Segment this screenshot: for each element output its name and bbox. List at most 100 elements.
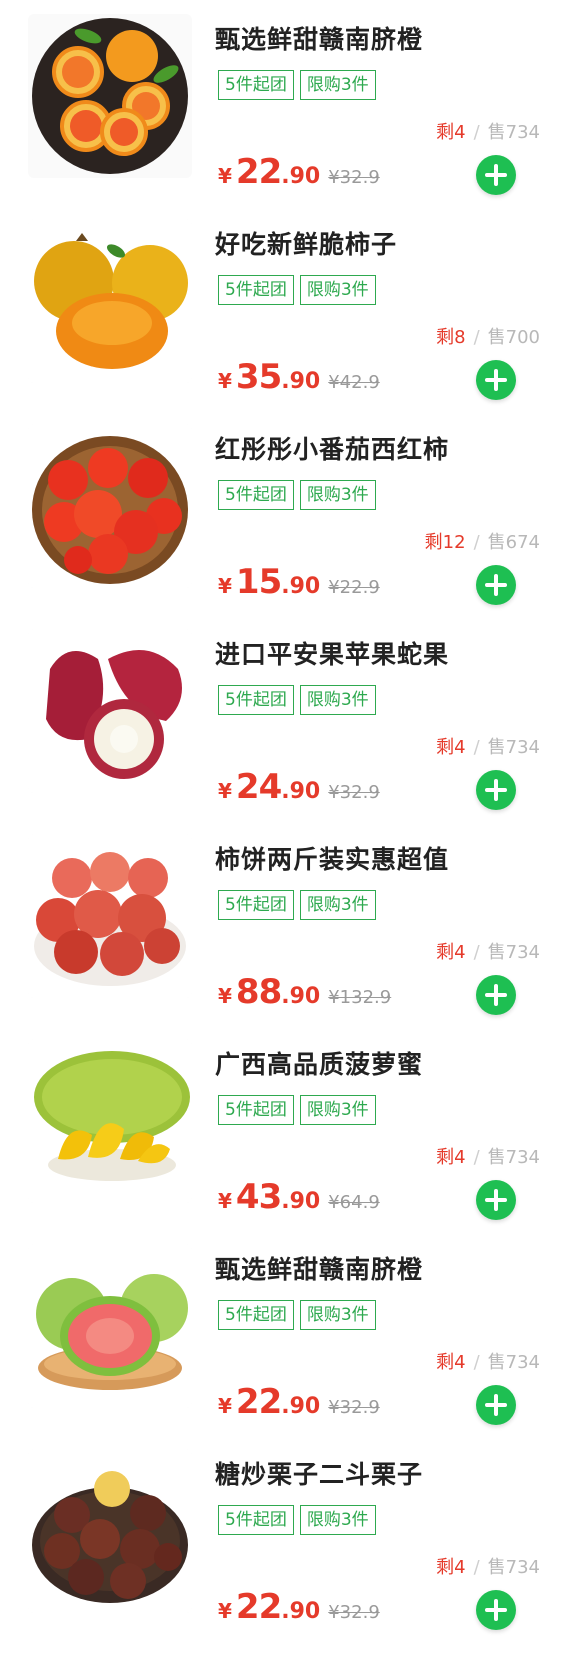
min-group-tag: 5件起团 — [218, 685, 294, 715]
price-integer: 43 — [235, 1177, 282, 1217]
product-list: 甄选鲜甜赣南脐橙 5件起团 限购3件 剩4/售734 ¥22.90 ¥32.9 好 — [0, 0, 570, 1640]
stock-left: 剩12 — [424, 532, 466, 553]
stock-left: 剩4 — [436, 1147, 466, 1168]
sold-count: 售734 — [487, 942, 540, 963]
purchase-limit-tag: 限购3件 — [299, 70, 376, 100]
stock-divider: / — [473, 1352, 480, 1373]
price-decimal: .90 — [281, 369, 321, 394]
product-card[interactable]: 柿饼两斤装实惠超值 5件起团 限购3件 剩4 / 售734 ¥88.90 ¥132.9 — [0, 820, 570, 1025]
add-to-cart-button[interactable] — [476, 565, 516, 605]
price-integer: 15 — [235, 562, 282, 602]
min-group-tag: 5件起团 — [218, 275, 294, 305]
jackfruit-image[interactable] — [28, 1039, 192, 1203]
dried-persimmon-image[interactable] — [28, 834, 192, 998]
stock-divider: / — [473, 942, 480, 963]
purchase-limit-tag: 限购3件 — [299, 890, 376, 920]
stock-left: 剩8 — [436, 327, 466, 348]
stock-info: 剩4 / 售734 — [436, 1553, 540, 1579]
stock-info: 剩12 / 售674 — [425, 528, 540, 554]
price: ¥22.90 ¥32.9 — [218, 1587, 380, 1627]
original-price: ¥32.9 — [328, 167, 380, 188]
add-to-cart-button[interactable] — [476, 1385, 516, 1425]
sold-count: 售734 — [487, 1557, 540, 1578]
price: ¥43.90 ¥64.9 — [218, 1177, 380, 1217]
stock-info: 剩4 / 售734 — [436, 733, 540, 759]
stock-info: 剩4 / 售734 — [436, 1143, 540, 1169]
add-to-cart-button[interactable] — [476, 770, 516, 810]
price-decimal: .90 — [281, 1189, 321, 1214]
price: ¥22.90 ¥32.9 — [218, 152, 380, 192]
stock-info: 剩8 / 售700 — [436, 323, 540, 349]
product-title[interactable]: 好吃新鲜脆柿子 — [215, 225, 397, 261]
price-integer: 22 — [235, 152, 282, 192]
price-decimal: .90 — [281, 164, 321, 189]
stock-divider: / — [473, 327, 480, 348]
stock-divider: / — [473, 122, 480, 143]
stock-divider: / — [473, 1557, 480, 1578]
stock-left: 剩4 — [436, 1557, 466, 1578]
price: ¥22.90 ¥32.9 — [218, 1382, 380, 1422]
stock-divider: / — [473, 737, 480, 758]
product-tags: 5件起团 限购3件 — [218, 480, 376, 510]
original-price: ¥64.9 — [328, 1192, 380, 1213]
original-price: ¥32.9 — [328, 1602, 380, 1623]
min-group-tag: 5件起团 — [218, 1505, 294, 1535]
price: ¥35.90 ¥42.9 — [218, 357, 380, 397]
add-to-cart-button[interactable] — [476, 1180, 516, 1220]
stock-divider: / — [473, 1147, 480, 1168]
product-title[interactable]: 红彤彤小番茄西红柿 — [215, 430, 449, 466]
product-card[interactable]: 甄选鲜甜赣南脐橙 5件起团 限购3件 剩4 / 售734 ¥22.90 ¥32.9 — [0, 1230, 570, 1435]
sold-count: 售700 — [487, 327, 540, 348]
persimmon-image[interactable] — [28, 219, 192, 383]
original-price: ¥32.9 — [328, 782, 380, 803]
price: ¥15.90 ¥22.9 — [218, 562, 380, 602]
price-integer: 22 — [235, 1382, 282, 1422]
add-to-cart-button[interactable] — [476, 360, 516, 400]
purchase-limit-tag: 限购3件 — [299, 1505, 376, 1535]
product-card[interactable]: 进口平安果苹果蛇果 5件起团 限购3件 剩4 / 售734 ¥24.90 ¥32.9 — [0, 615, 570, 820]
guava-image[interactable] — [28, 1244, 192, 1408]
add-to-cart-button[interactable] — [476, 975, 516, 1015]
currency-symbol: ¥ — [218, 984, 232, 1008]
product-title[interactable]: 糖炒栗子二斗栗子 — [215, 1455, 423, 1491]
price: ¥24.90 ¥32.9 — [218, 767, 380, 807]
product-title[interactable]: 甄选鲜甜赣南脐橙 — [215, 1250, 423, 1286]
currency-symbol: ¥ — [218, 1599, 232, 1623]
product-card[interactable]: 广西高品质菠萝蜜 5件起团 限购3件 剩4 / 售734 ¥43.90 ¥64.9 — [0, 1025, 570, 1230]
wax-apple-image[interactable] — [28, 629, 192, 793]
navel-orange-image[interactable] — [28, 14, 192, 178]
stock-info: 剩4 / 售734 — [436, 938, 540, 964]
add-to-cart-button[interactable] — [476, 1590, 516, 1630]
product-title[interactable]: 柿饼两斤装实惠超值 — [215, 840, 449, 876]
price-decimal: .90 — [281, 1599, 321, 1624]
product-title[interactable]: 广西高品质菠萝蜜 — [215, 1045, 423, 1081]
price: ¥88.90 ¥132.9 — [218, 972, 391, 1012]
product-card[interactable]: 甄选鲜甜赣南脐橙 5件起团 限购3件 剩4 / 售734 ¥22.90 ¥32.9 — [0, 0, 570, 205]
product-tags: 5件起团 限购3件 — [218, 685, 376, 715]
currency-symbol: ¥ — [218, 164, 232, 188]
price-integer: 88 — [235, 972, 282, 1012]
product-title[interactable]: 进口平安果苹果蛇果 — [215, 635, 449, 671]
original-price: ¥42.9 — [328, 372, 380, 393]
purchase-limit-tag: 限购3件 — [299, 1300, 376, 1330]
stock-left: 剩4 — [436, 1352, 466, 1373]
currency-symbol: ¥ — [218, 1189, 232, 1213]
sold-count: 售674 — [487, 532, 540, 553]
stock-left: 剩4 — [436, 942, 466, 963]
tomato-basket-image[interactable] — [28, 424, 192, 588]
product-card[interactable]: 糖炒栗子二斗栗子 5件起团 限购3件 剩4 / 售734 ¥22.90 ¥32.9 — [0, 1435, 570, 1640]
min-group-tag: 5件起团 — [218, 70, 294, 100]
product-card[interactable]: 红彤彤小番茄西红柿 5件起团 限购3件 剩12 / 售674 ¥15.90 ¥22.9 — [0, 410, 570, 615]
purchase-limit-tag: 限购3件 — [299, 685, 376, 715]
product-title[interactable]: 甄选鲜甜赣南脐橙 — [215, 20, 423, 56]
stock-left: 剩4 — [436, 737, 466, 758]
price-decimal: .90 — [281, 779, 321, 804]
price-integer: 22 — [235, 1587, 282, 1627]
add-to-cart-button[interactable] — [476, 155, 516, 195]
stock-left: 剩4 — [436, 122, 466, 143]
currency-symbol: ¥ — [218, 574, 232, 598]
chestnut-image[interactable] — [28, 1449, 192, 1613]
product-card[interactable]: 好吃新鲜脆柿子 5件起团 限购3件 剩8 / 售700 ¥35.90 ¥42.9 — [0, 205, 570, 410]
min-group-tag: 5件起团 — [218, 890, 294, 920]
currency-symbol: ¥ — [218, 1394, 232, 1418]
